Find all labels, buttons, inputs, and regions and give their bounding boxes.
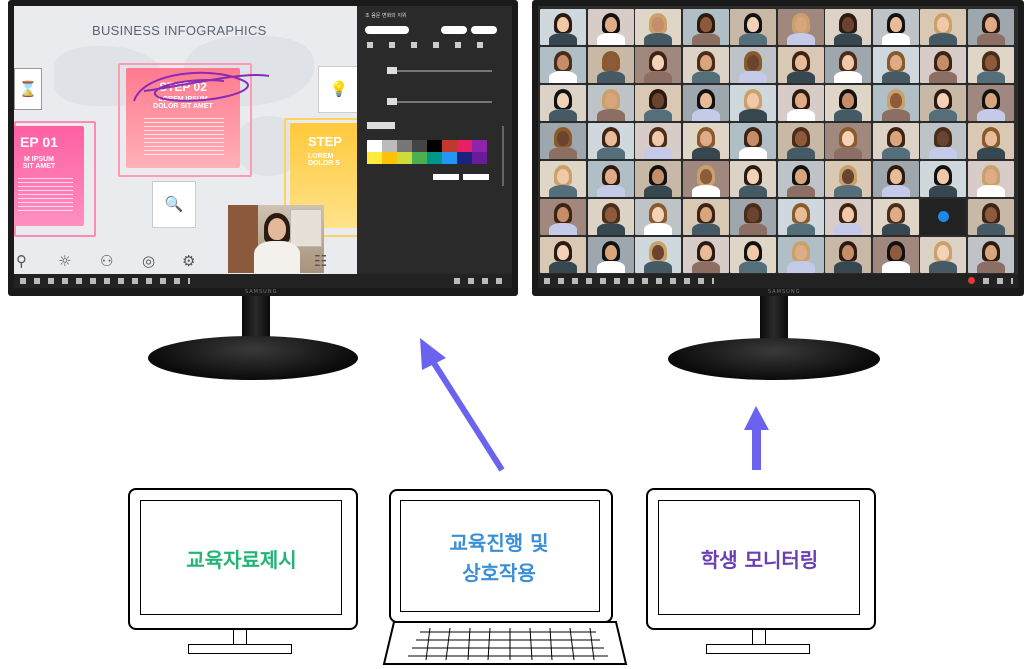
laptop-screen (400, 500, 600, 612)
monitoring-pc-base (706, 644, 810, 654)
materials-pc-stand (233, 628, 247, 644)
interaction-label-line1: 교육진행 및 (449, 531, 549, 555)
diagonal-arrow (420, 338, 505, 472)
monitoring-label: 학생 모니터링 (700, 548, 819, 572)
vertical-arrow (744, 406, 769, 470)
materials-label: 교육자료제시 (186, 548, 297, 572)
interaction-label-line2: 상호작용 (462, 561, 536, 585)
monitoring-pc-stand (752, 628, 766, 644)
materials-pc-base (188, 644, 292, 654)
laptop-keyboard (382, 621, 628, 665)
